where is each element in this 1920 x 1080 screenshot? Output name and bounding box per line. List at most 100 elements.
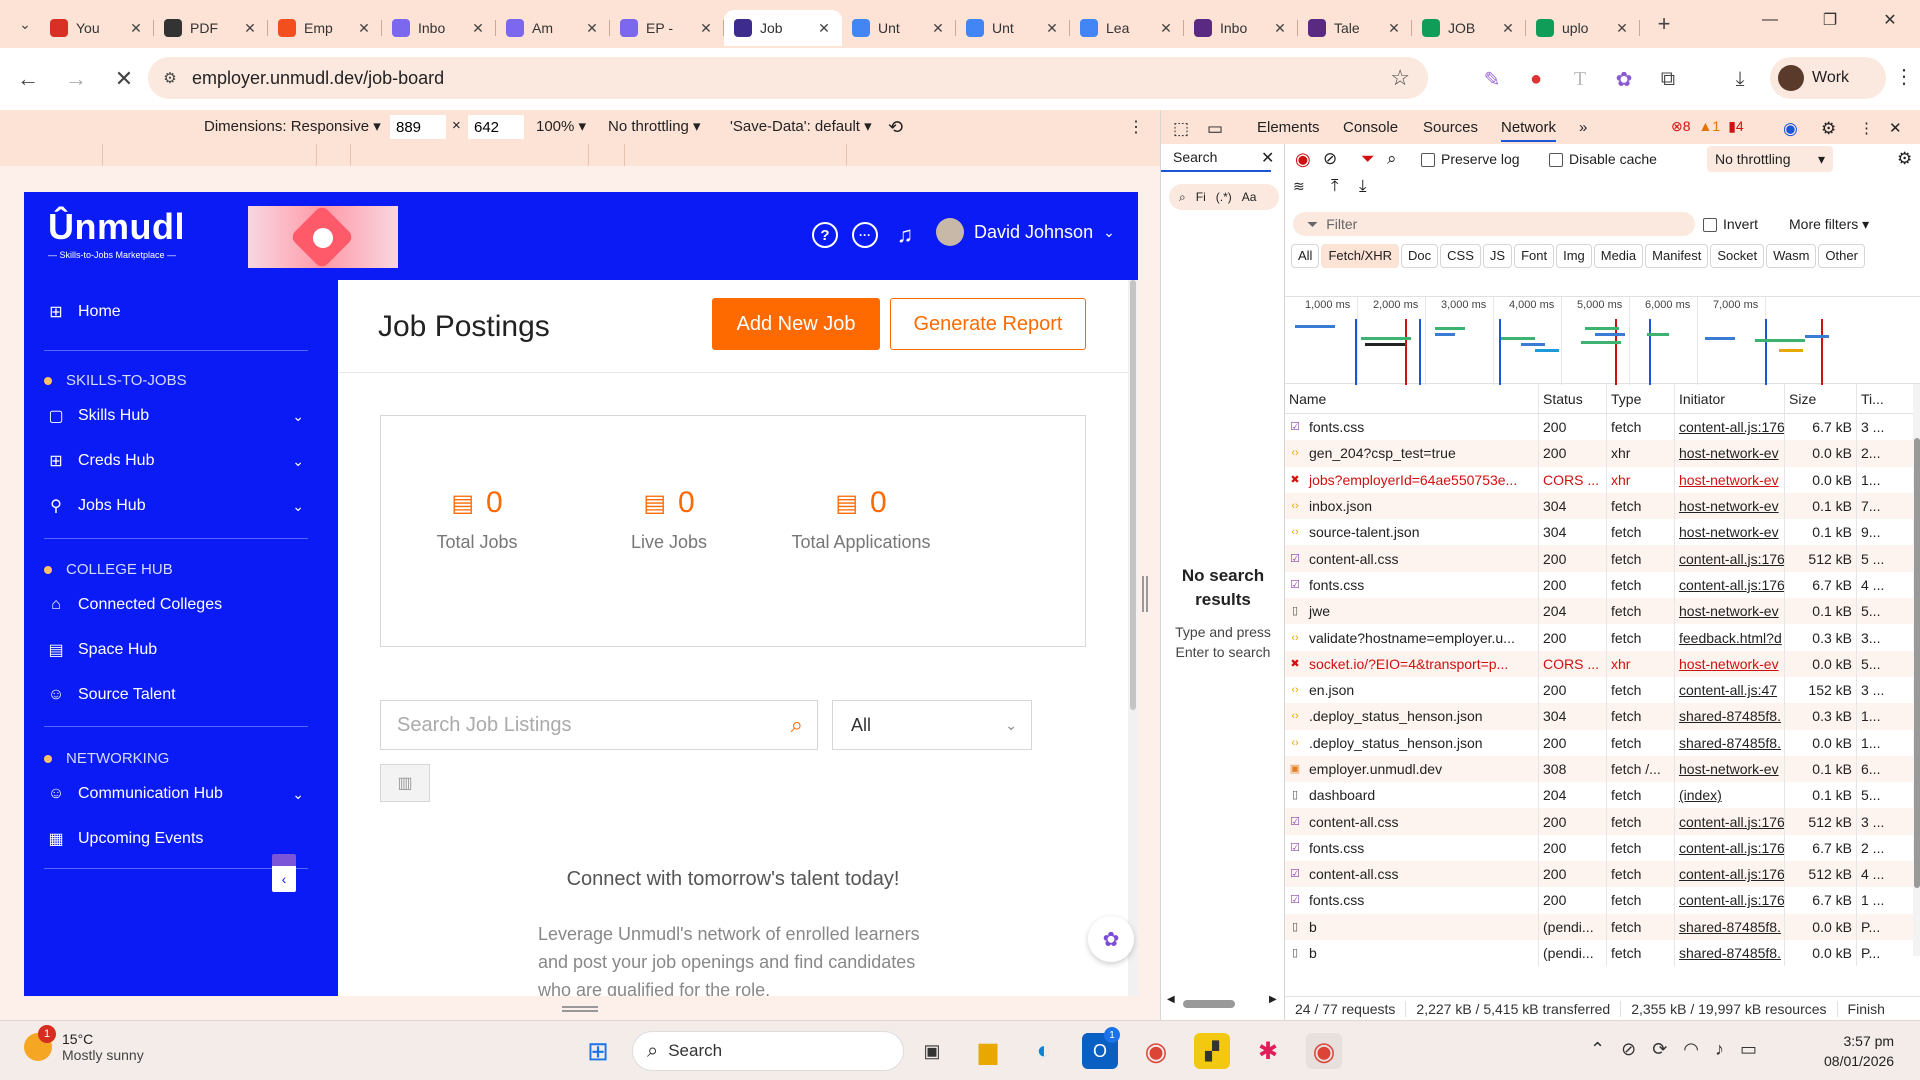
network-conditions-icon[interactable]: ≋	[1293, 178, 1305, 195]
search-job-listings-input[interactable]: Search Job Listings ⌕	[380, 700, 818, 750]
unmudl-logo[interactable]: Ûnmudl — Skills-to-Jobs Marketplace —	[48, 206, 185, 260]
dimensions-dropdown[interactable]: Dimensions: Responsive ▾	[204, 117, 381, 135]
network-overview-timeline[interactable]: 1,000 ms 2,000 ms 3,000 ms 4,000 ms 5,000 ms…	[1285, 296, 1920, 385]
cell-initiator[interactable]: (index)	[1675, 782, 1785, 809]
search-tab[interactable]: Search	[1161, 144, 1271, 172]
viewport-width-resize-handle[interactable]	[1142, 576, 1148, 612]
search-icon[interactable]: ⌕	[791, 712, 803, 738]
file-explorer-icon[interactable]: ▆	[970, 1033, 1006, 1069]
column-initiator[interactable]: Initiator	[1675, 384, 1785, 413]
wifi-icon[interactable]: ◠	[1683, 1039, 1699, 1060]
page-scrollbar[interactable]	[1128, 280, 1138, 996]
sidebar-item-communication-hub[interactable]: ☺ Communication Hub ⌄	[44, 774, 304, 814]
tab-search-chevron-icon[interactable]: ⌄	[10, 9, 40, 39]
profile-button[interactable]: Work	[1770, 57, 1886, 99]
close-tab-icon[interactable]: ✕	[356, 20, 372, 37]
initiator-link[interactable]: shared-87485f8.	[1679, 708, 1781, 724]
minimize-button[interactable]: —	[1740, 0, 1800, 40]
filter-funnel-icon[interactable]: ⏷	[1361, 149, 1375, 169]
task-view-icon[interactable]: ▣	[914, 1033, 950, 1069]
initiator-link[interactable]: host-network-ev	[1679, 761, 1779, 777]
table-row[interactable]: ▣ employer.unmudl.dev 308 fetch /... host-ne…	[1285, 755, 1913, 783]
extensions-puzzle-icon[interactable]: ⧉	[1650, 61, 1686, 97]
table-row[interactable]: ✖ jobs?employerId=64ae550753e... CORS ... x…	[1285, 466, 1913, 493]
browser-tab[interactable]: Inbo ✕	[1184, 10, 1298, 46]
sidebar-item-connected-colleges[interactable]: ⌂ Connected Colleges	[44, 585, 304, 625]
sidebar-item-jobs-hub[interactable]: ⚲ Jobs Hub ⌄	[44, 486, 304, 526]
table-row[interactable]: ‹› .deploy_status_henson.json 304 fetch shar…	[1285, 703, 1913, 730]
table-row[interactable]: ‹› inbox.json 304 fetch host-network-ev 0.1 k…	[1285, 492, 1913, 520]
table-row[interactable]: ‹› .deploy_status_henson.json 200 fetch shar…	[1285, 729, 1913, 756]
ai-extension-icon[interactable]: ✿	[1606, 61, 1642, 97]
chrome-profile-icon[interactable]: ◉	[1306, 1033, 1342, 1069]
cell-initiator[interactable]: host-network-ev	[1675, 598, 1785, 625]
cell-initiator[interactable]: content-all.js:47	[1675, 676, 1785, 704]
match-case-toggle[interactable]: Aa	[1242, 190, 1257, 204]
filter-chip-all[interactable]: All	[1291, 244, 1320, 268]
close-tab-icon[interactable]: ✕	[698, 20, 714, 37]
initiator-link[interactable]: content-all.js:176	[1679, 577, 1784, 593]
search-pane-hscroll-thumb[interactable]	[1183, 1000, 1235, 1008]
initiator-link[interactable]: content-all.js:176	[1679, 419, 1784, 435]
table-scrollbar-thumb[interactable]	[1914, 438, 1920, 888]
cell-initiator[interactable]: content-all.js:176	[1675, 834, 1785, 862]
filter-chip-media[interactable]: Media	[1593, 244, 1644, 268]
network-settings-icon[interactable]: ⚙	[1897, 149, 1912, 169]
initiator-link[interactable]: content-all.js:176	[1679, 814, 1784, 830]
promo-banner[interactable]	[248, 204, 398, 270]
close-tab-icon[interactable]: ✕	[128, 20, 144, 37]
more-filters-dropdown[interactable]: More filters ▾	[1789, 216, 1869, 233]
maximize-button[interactable]: ❐	[1800, 0, 1860, 40]
browser-tab[interactable]: Emp ✕	[268, 10, 382, 46]
viewport-height-resize-handle[interactable]	[562, 1006, 598, 1012]
cell-initiator[interactable]: shared-87485f8.	[1675, 729, 1785, 756]
ai-assistant-fab[interactable]: ✿	[1088, 916, 1134, 962]
browser-menu-icon[interactable]: ⋮	[1894, 64, 1914, 89]
browser-tab[interactable]: Tale ✕	[1298, 10, 1412, 46]
site-info-icon[interactable]: ⚙	[148, 69, 192, 87]
speaker-icon[interactable]: ♪	[1715, 1039, 1724, 1060]
column-name[interactable]: Name	[1285, 384, 1539, 413]
outlook-icon[interactable]: O1	[1082, 1027, 1120, 1069]
sidebar-item-home[interactable]: ⊞ Home	[44, 292, 304, 332]
filter-chip-doc[interactable]: Doc	[1401, 244, 1439, 268]
back-button[interactable]: ←	[8, 59, 48, 99]
filter-chip-font[interactable]: Font	[1514, 244, 1555, 268]
close-tab-icon[interactable]: ✕	[1272, 20, 1288, 37]
cell-initiator[interactable]: shared-87485f8.	[1675, 703, 1785, 730]
page-scrollbar-thumb[interactable]	[1130, 280, 1136, 710]
table-row[interactable]: ‹› source-talent.json 304 fetch host-network…	[1285, 519, 1913, 546]
cell-initiator[interactable]: host-network-ev	[1675, 492, 1785, 520]
regex-toggle[interactable]: (.*)	[1216, 190, 1232, 204]
device-height-input[interactable]	[468, 115, 524, 139]
browser-tab[interactable]: Unt ✕	[842, 10, 956, 46]
close-tab-icon[interactable]: ✕	[470, 20, 486, 37]
table-row[interactable]: ☑ content-all.css 200 fetch content-all.js:1…	[1285, 861, 1913, 888]
weather-widget[interactable]: 1 15°C Mostly sunny	[24, 1025, 144, 1063]
bookmark-star-icon[interactable]: ☆	[1390, 65, 1410, 91]
filter-input[interactable]: ⏷ Filter	[1293, 212, 1695, 236]
cell-initiator[interactable]: shared-87485f8.	[1675, 939, 1785, 967]
table-row[interactable]: ☑ fonts.css 200 fetch content-all.js:176 6.7 …	[1285, 887, 1913, 914]
more-tabs-icon[interactable]: »	[1579, 119, 1587, 136]
search-pane-hscroll[interactable]: ◀ ▶	[1161, 994, 1285, 1008]
initiator-link[interactable]: host-network-ev	[1679, 524, 1779, 540]
column-time[interactable]: Ti...	[1857, 384, 1893, 413]
filter-chip-fetchxhr[interactable]: Fetch/XHR	[1321, 244, 1400, 268]
slack-icon[interactable]: ✱	[1250, 1033, 1286, 1069]
initiator-link[interactable]: (index)	[1679, 787, 1722, 803]
close-devtools-icon[interactable]: ✕	[1889, 119, 1902, 137]
sync-icon[interactable]: ⟳	[1652, 1039, 1667, 1060]
table-row[interactable]: ▯ dashboard 204 fetch (index) 0.1 kB 5...	[1285, 782, 1913, 809]
column-status[interactable]: Status	[1539, 384, 1607, 413]
cell-initiator[interactable]: host-network-ev	[1675, 466, 1785, 493]
browser-tab[interactable]: Am ✕	[496, 10, 610, 46]
initiator-link[interactable]: shared-87485f8.	[1679, 945, 1781, 961]
record-icon[interactable]: ◉	[1295, 149, 1311, 170]
chevron-up-icon[interactable]: ⌃	[1590, 1039, 1605, 1060]
user-menu[interactable]: David Johnson ⌄	[936, 218, 1115, 246]
column-type[interactable]: Type	[1607, 384, 1675, 413]
browser-tab[interactable]: Job ✕	[724, 10, 842, 46]
throttling-dropdown[interactable]: No throttling ▾	[608, 117, 701, 135]
preserve-log-checkbox[interactable]: Preserve log	[1421, 151, 1520, 168]
